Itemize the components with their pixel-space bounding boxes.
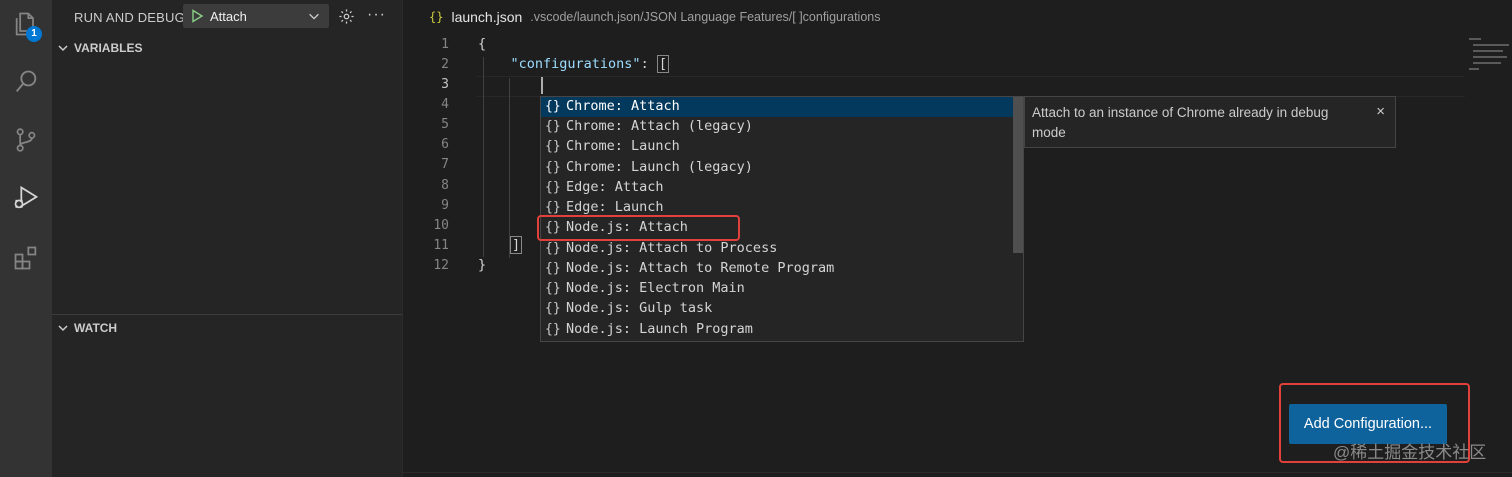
suggest-item[interactable]: {} Node.js: Launch Program xyxy=(541,320,1013,340)
start-debugging-icon[interactable] xyxy=(189,8,205,24)
snippet-icon: {} xyxy=(545,241,561,256)
suggest-item[interactable]: {} Node.js: Attach to Remote Program xyxy=(541,259,1013,279)
search-icon xyxy=(15,70,37,92)
snippet-icon: {} xyxy=(545,99,561,114)
snippet-icon: {} xyxy=(545,281,561,296)
chevron-down-icon xyxy=(309,13,319,20)
snippet-icon: {} xyxy=(545,301,561,316)
gear-icon[interactable] xyxy=(338,8,355,25)
suggest-item[interactable]: {} Chrome: Attach xyxy=(541,97,1013,117)
source-control-button[interactable] xyxy=(0,116,52,164)
line-number: 3 xyxy=(441,77,449,92)
snippet-icon: {} xyxy=(545,322,561,337)
sidebar-header: RUN AND DEBUG Attach ··· xyxy=(52,0,402,34)
variables-section-header[interactable]: VARIABLES xyxy=(52,37,402,59)
minimap-line xyxy=(1473,56,1507,58)
line-number: 6 xyxy=(441,137,449,152)
run-debug-sidebar: RUN AND DEBUG Attach ··· VARIABLES WATCH xyxy=(52,0,402,477)
code-line-1: { xyxy=(478,36,487,52)
extensions-icon xyxy=(14,246,37,270)
search-button[interactable] xyxy=(0,58,52,106)
breadcrumb-file[interactable]: launch.json xyxy=(451,9,522,25)
line-number: 4 xyxy=(441,97,449,112)
variables-label: VARIABLES xyxy=(74,41,143,55)
line-number: 9 xyxy=(441,198,449,213)
highlight-box-nodejs-attach xyxy=(537,215,740,241)
run-debug-icon xyxy=(14,185,39,209)
minimap-line xyxy=(1469,38,1481,40)
debug-config-label: Attach xyxy=(210,9,247,24)
code-line-2: "configurations": [ xyxy=(478,55,669,73)
matched-bracket: ] xyxy=(510,236,523,254)
debug-config-select[interactable]: Attach xyxy=(183,4,329,28)
chevron-down-icon xyxy=(58,325,68,332)
suggest-details-text: Attach to an instance of Chrome already … xyxy=(1032,105,1329,140)
line-number: 8 xyxy=(441,178,449,193)
activity-bar: 1 xyxy=(0,0,52,477)
code-line-11: ] xyxy=(510,236,523,254)
suggest-item[interactable]: {} Chrome: Attach (legacy) xyxy=(541,117,1013,137)
line-number: 12 xyxy=(433,258,449,273)
sidebar-title: RUN AND DEBUG xyxy=(74,10,185,25)
suggest-item[interactable]: {} Node.js: Gulp task xyxy=(541,299,1013,319)
minimap-line xyxy=(1473,50,1503,52)
indent-guide xyxy=(509,78,510,258)
minimap-line xyxy=(1473,44,1509,46)
snippet-icon: {} xyxy=(545,180,561,195)
code-line-12: } xyxy=(478,257,487,273)
source-control-icon xyxy=(16,128,36,152)
line-number: 5 xyxy=(441,117,449,132)
snippet-icon: {} xyxy=(545,261,561,276)
suggest-item[interactable]: {} Chrome: Launch (legacy) xyxy=(541,158,1013,178)
minimap-line xyxy=(1473,62,1501,64)
line-number: 1 xyxy=(441,37,449,52)
matched-bracket: [ xyxy=(656,55,669,73)
suggest-scrollbar[interactable] xyxy=(1013,97,1023,253)
line-number: 2 xyxy=(441,57,449,72)
json-key: "configurations" xyxy=(510,56,641,72)
panel-border xyxy=(402,472,1512,473)
explorer-button[interactable]: 1 xyxy=(0,0,52,48)
run-debug-button[interactable] xyxy=(0,174,52,222)
line-number: 7 xyxy=(441,157,449,172)
watch-label: WATCH xyxy=(74,321,118,335)
extensions-button[interactable] xyxy=(0,234,52,282)
close-icon[interactable]: × xyxy=(1376,103,1385,120)
breadcrumb: {} launch.json .vscode/launch.json/JSON … xyxy=(429,7,881,27)
snippet-icon: {} xyxy=(545,160,561,175)
minimap-line xyxy=(1469,68,1479,70)
json-colon: : xyxy=(640,56,657,72)
suggest-item[interactable]: {} Edge: Attach xyxy=(541,178,1013,198)
line-number: 11 xyxy=(433,238,449,253)
suggest-details: Attach to an instance of Chrome already … xyxy=(1024,96,1396,148)
chevron-down-icon xyxy=(58,45,68,52)
indent-guide xyxy=(483,57,484,257)
explorer-badge: 1 xyxy=(26,26,42,42)
suggest-item[interactable]: {} Node.js: Electron Main xyxy=(541,279,1013,299)
json-file-icon: {} xyxy=(429,10,444,24)
watermark: @稀土掘金技术社区 xyxy=(1333,443,1487,462)
text-cursor xyxy=(541,77,543,94)
snippet-icon: {} xyxy=(545,200,561,215)
more-actions-button[interactable]: ··· xyxy=(367,6,386,24)
snippet-icon: {} xyxy=(545,139,561,154)
breadcrumb-path[interactable]: .vscode/launch.json/JSON Language Featur… xyxy=(530,10,880,24)
line-number: 10 xyxy=(433,218,449,233)
suggest-item[interactable]: {} Chrome: Launch xyxy=(541,137,1013,157)
current-line-highlight xyxy=(477,76,1465,97)
section-divider xyxy=(52,314,402,315)
suggest-item[interactable]: {} Node.js: Attach to Process xyxy=(541,239,1013,259)
snippet-icon: {} xyxy=(545,119,561,134)
watch-section-header[interactable]: WATCH xyxy=(52,317,402,339)
